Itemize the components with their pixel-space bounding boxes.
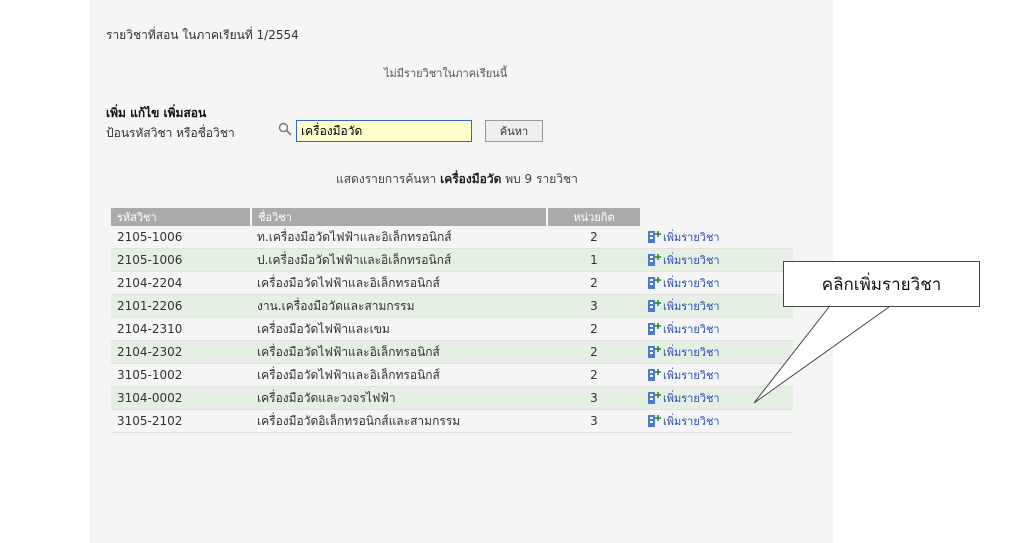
add-course-icon <box>648 345 661 358</box>
add-course-label: เพิ่มรายวิชา <box>663 230 720 244</box>
add-course-icon <box>648 322 661 335</box>
add-course-icon <box>648 230 661 243</box>
search-label: ป้อนรหัสวิชา หรือชื่อวิชา <box>106 126 235 140</box>
result-count: พบ 9 รายวิชา <box>505 172 578 186</box>
course-code: 3105-1002 <box>111 363 251 387</box>
course-credits: 2 <box>547 271 641 295</box>
course-code: 3104-0002 <box>111 386 251 410</box>
course-name: เครื่องมือวัดไฟฟ้าและอิเล็กทรอนิกส์ <box>251 363 547 387</box>
add-course-label: เพิ่มรายวิชา <box>663 414 720 428</box>
result-keyword: เครื่องมือวัด <box>440 172 502 186</box>
add-course-icon <box>648 391 661 404</box>
add-course-link[interactable]: เพิ่มรายวิชา <box>647 297 720 315</box>
course-name: ป.เครื่องมือวัดไฟฟ้าและอิเล็กทรอนิกส์ <box>251 248 547 272</box>
result-summary: แสดงรายการค้นหา เครื่องมือวัด พบ 9 รายวิ… <box>336 170 578 189</box>
course-code: 2101-2206 <box>111 294 251 318</box>
course-action: เพิ่มรายวิชา <box>641 409 793 433</box>
add-section-title: เพิ่ม แก้ไข เพิ่มสอน <box>106 106 207 120</box>
course-action: เพิ่มรายวิชา <box>641 340 793 364</box>
table-row: 2105-1006 ท.เครื่องมือวัดไฟฟ้าและอิเล็กทร… <box>111 226 793 249</box>
course-credits: 2 <box>547 340 641 364</box>
empty-notice: ไม่มีรายวิชาในภาคเรียนนี้ <box>384 67 508 80</box>
course-credits: 3 <box>547 294 641 318</box>
add-course-link[interactable]: เพิ่มรายวิชา <box>647 251 720 269</box>
course-name: ท.เครื่องมือวัดไฟฟ้าและอิเล็กทรอนิกส์ <box>251 226 547 249</box>
add-course-link[interactable]: เพิ่มรายวิชา <box>647 320 720 338</box>
add-course-label: เพิ่มรายวิชา <box>663 253 720 267</box>
table-row: 2104-2204 เครื่องมือวัดไฟฟ้าและอิเล็กทรอน… <box>111 271 793 295</box>
course-credits: 1 <box>547 248 641 272</box>
add-course-label: เพิ่มรายวิชา <box>663 368 720 382</box>
course-credits: 2 <box>547 317 641 341</box>
course-code: 3105-2102 <box>111 409 251 433</box>
add-course-icon <box>648 276 661 289</box>
course-action: เพิ่มรายวิชา <box>641 226 793 249</box>
add-course-label: เพิ่มรายวิชา <box>663 345 720 359</box>
table-row: 3105-2102 เครื่องมือวัดอิเล็กทรอนิกส์และส… <box>111 409 793 433</box>
add-course-icon <box>648 368 661 381</box>
course-name: เครื่องมือวัดอิเล็กทรอนิกส์และสามกรรม <box>251 409 547 433</box>
course-credits: 3 <box>547 409 641 433</box>
table-row: 2105-1006 ป.เครื่องมือวัดไฟฟ้าและอิเล็กทร… <box>111 248 793 272</box>
add-course-icon <box>648 253 661 266</box>
course-action: เพิ่มรายวิชา <box>641 271 793 295</box>
search-icon <box>278 122 292 136</box>
table-row: 2101-2206 งาน.เครื่องมือวัดและสามกรรม 3 เพิ… <box>111 294 793 318</box>
course-name: งาน.เครื่องมือวัดและสามกรรม <box>251 294 547 318</box>
course-credits: 3 <box>547 386 641 410</box>
course-action: เพิ่มรายวิชา <box>641 363 793 387</box>
course-code: 2105-1006 <box>111 226 251 249</box>
course-credits: 2 <box>547 226 641 249</box>
course-name: เครื่องมือวัดไฟฟ้าและอิเล็กทรอนิกส์ <box>251 340 547 364</box>
header-action <box>641 208 793 226</box>
table-row: 2104-2310 เครื่องมือวัดไฟฟ้าและเขม 2 เพิ่มร… <box>111 317 793 341</box>
table-row: 3105-1002 เครื่องมือวัดไฟฟ้าและอิเล็กทรอน… <box>111 363 793 387</box>
add-course-link[interactable]: เพิ่มรายวิชา <box>647 274 720 292</box>
add-course-link[interactable]: เพิ่มรายวิชา <box>647 366 720 384</box>
page-heading: รายวิชาที่สอน ในภาคเรียนที่ 1/2554 <box>106 28 299 42</box>
add-course-link[interactable]: เพิ่มรายวิชา <box>647 228 720 246</box>
course-code: 2104-2310 <box>111 317 251 341</box>
header-name: ชื่อวิชา <box>251 208 548 226</box>
add-course-label: เพิ่มรายวิชา <box>663 322 720 336</box>
course-name: เครื่องมือวัดไฟฟ้าและเขม <box>251 317 547 341</box>
course-action: เพิ่มรายวิชา <box>641 294 793 318</box>
add-course-link[interactable]: เพิ่มรายวิชา <box>647 412 720 430</box>
course-credits: 2 <box>547 363 641 387</box>
table-header-row: รหัสวิชา ชื่อวิชา หน่วยกิต <box>111 208 793 226</box>
course-code: 2104-2302 <box>111 340 251 364</box>
search-input[interactable] <box>296 120 472 142</box>
course-action: เพิ่มรายวิชา <box>641 386 793 410</box>
course-name: เครื่องมือวัดและวงจรไฟฟ้า <box>251 386 547 410</box>
course-code: 2104-2204 <box>111 271 251 295</box>
add-course-label: เพิ่มรายวิชา <box>663 299 720 313</box>
add-course-link[interactable]: เพิ่มรายวิชา <box>647 389 720 407</box>
add-course-link[interactable]: เพิ่มรายวิชา <box>647 343 720 361</box>
add-course-icon <box>648 299 661 312</box>
course-name: เครื่องมือวัดไฟฟ้าและอิเล็กทรอนิกส์ <box>251 271 547 295</box>
course-code: 2105-1006 <box>111 248 251 272</box>
result-prefix: แสดงรายการค้นหา <box>336 172 437 186</box>
add-course-label: เพิ่มรายวิชา <box>663 391 720 405</box>
search-button[interactable]: ค้นหา <box>485 120 543 142</box>
course-action: เพิ่มรายวิชา <box>641 317 793 341</box>
callout-box: คลิกเพิ่มรายวิชา <box>783 261 980 307</box>
header-code: รหัสวิชา <box>111 208 252 226</box>
header-credits: หน่วยกิต <box>547 208 642 226</box>
table-row: 2104-2302 เครื่องมือวัดไฟฟ้าและอิเล็กทรอน… <box>111 340 793 364</box>
course-table: รหัสวิชา ชื่อวิชา หน่วยกิต 2105-1006 ท.เค… <box>111 208 793 433</box>
table-row: 3104-0002 เครื่องมือวัดและวงจรไฟฟ้า 3 เพิ่ม… <box>111 386 793 410</box>
course-action: เพิ่มรายวิชา <box>641 248 793 272</box>
add-course-label: เพิ่มรายวิชา <box>663 276 720 290</box>
add-course-icon <box>648 414 661 427</box>
